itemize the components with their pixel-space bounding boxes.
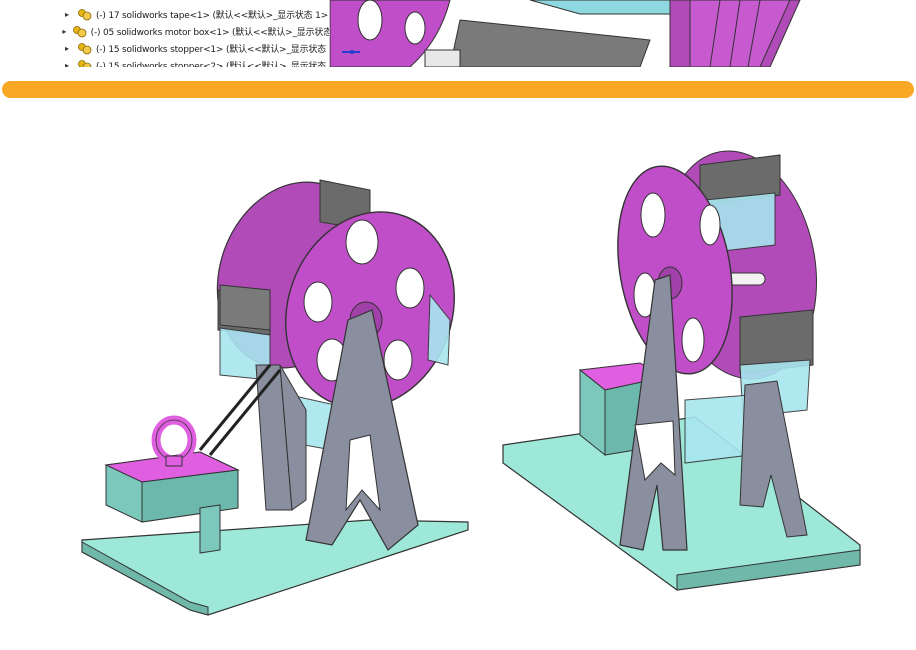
expand-arrow-icon[interactable]: ▸ [62, 44, 72, 53]
tree-row-motor-box[interactable]: ▸ (-) 05 solidworks motor box<1> (默认<<默认… [62, 23, 330, 40]
cad-viewport[interactable] [330, 0, 916, 67]
tree-row-stopper-1[interactable]: ▸ (-) 15 solidworks stopper<1> (默认<<默认>_… [62, 40, 329, 57]
ferris-wheel-model-left [81, 179, 469, 616]
tree-row-label: (-) 17 solidworks tape<1> (默认<<默认>_显示状态 … [96, 11, 330, 21]
assembly-component-icon [72, 25, 87, 38]
expand-arrow-icon[interactable]: ▸ [62, 10, 72, 19]
assembly-component-icon [78, 42, 92, 55]
tree-row-label: (-) 05 solidworks motor box<1> (默认<<默认>_… [90, 28, 330, 38]
assembly-component-icon [78, 8, 92, 21]
ferris-wheel-model-right [502, 150, 861, 591]
expand-arrow-icon[interactable]: ▸ [62, 61, 72, 67]
model-render-front-right [495, 145, 870, 595]
cad-window-crop: ▸ ▸ (-) 17 solidworks tape<1> (默认<<默认>_显… [0, 0, 916, 67]
assembly-component-icon [78, 59, 92, 67]
expand-arrow-icon[interactable]: ▸ [62, 0, 72, 2]
feature-tree: ▸ ▸ (-) 17 solidworks tape<1> (默认<<默认>_显… [0, 0, 330, 67]
viewport-model-crop [330, 0, 801, 67]
expand-arrow-icon[interactable]: ▸ [62, 27, 67, 36]
model-render-front-left [70, 170, 480, 620]
tree-row-stopper-2[interactable]: ▸ (-) 15 solidworks stopper<2> (默认<<默认>_… [62, 57, 329, 67]
tree-row-label: (-) 15 solidworks stopper<2> (默认<<默认>_显示… [96, 62, 326, 67]
section-divider [2, 81, 914, 98]
tree-row-tape[interactable]: ▸ (-) 17 solidworks tape<1> (默认<<默认>_显示状… [62, 6, 330, 23]
tree-row-label: (-) 15 solidworks stopper<1> (默认<<默认>_显示… [96, 45, 326, 55]
